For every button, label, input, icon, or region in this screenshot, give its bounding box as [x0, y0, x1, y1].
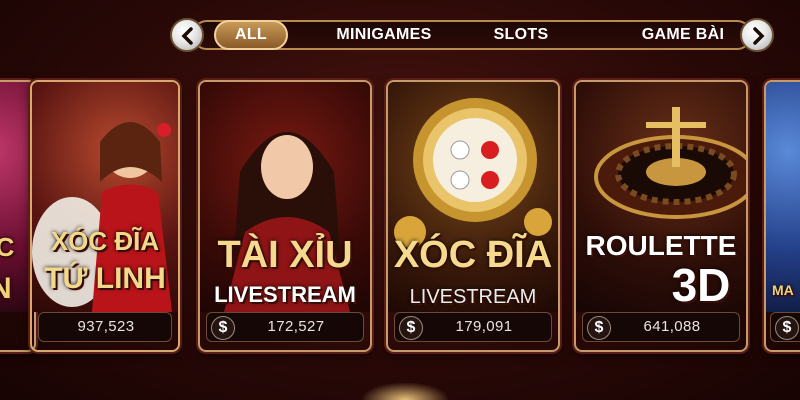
game-title-line2: LIVESTREAM: [214, 282, 356, 307]
game-title-line1: MA: [772, 282, 794, 298]
category-filter-bar: ALL MINIGAMES SLOTS GAME BÀI: [170, 16, 774, 54]
game-title-line2: LIVESTREAM: [409, 286, 537, 308]
player-count-box: 937,523: [38, 312, 172, 342]
game-card-tai-xiu-livestream[interactable]: TÀI XỈU LIVESTREAM $ 172,527: [198, 80, 372, 352]
player-count-box: $ 172,527: [206, 312, 364, 342]
game-title-line1: XÓC ĐĨA: [393, 234, 553, 276]
decorative-glow: [360, 382, 450, 400]
prev-category-button[interactable]: [170, 18, 204, 52]
tab-slots[interactable]: SLOTS: [486, 20, 556, 50]
dollar-coin-icon: $: [211, 316, 235, 340]
player-count: 172,527: [267, 318, 325, 335]
game-card-roulette-3d[interactable]: ROULETTE 3D $ 641,088: [574, 80, 748, 352]
game-title-line2: 3D: [671, 259, 731, 311]
game-title-line1: TÀI XỈU: [217, 234, 353, 276]
player-count: 937,523: [77, 318, 135, 335]
game-title-line2: TỨ LINH: [44, 262, 166, 295]
player-count-box: $: [770, 312, 800, 342]
player-count-box: $ 641,088: [582, 312, 740, 342]
game-card-art: [766, 82, 800, 312]
game-card-xoc-dia-livestream[interactable]: XÓC ĐĨA LIVESTREAM $ 179,091: [386, 80, 560, 352]
tab-game-bai[interactable]: GAME BÀI: [636, 20, 730, 50]
dollar-coin-icon: $: [775, 316, 799, 340]
player-count-box: $ 179,091: [394, 312, 552, 342]
player-count: 641,088: [643, 318, 701, 335]
game-card-art: [200, 82, 370, 312]
tab-all[interactable]: ALL: [214, 20, 288, 50]
host-illustration: [224, 132, 350, 312]
game-card-art: [388, 82, 558, 312]
dollar-coin-icon: $: [399, 316, 423, 340]
xoc-dia-plate-illustration: [394, 98, 552, 248]
dollar-coin-icon: $: [587, 316, 611, 340]
player-count: 179,091: [455, 318, 513, 335]
next-category-button[interactable]: [740, 18, 774, 52]
game-card-xoc-dia-tu-linh[interactable]: XÓC ĐĨA TỨ LINH 937,523: [30, 80, 180, 352]
game-card-partial-right[interactable]: MA $: [764, 80, 800, 352]
tab-minigames[interactable]: MINIGAMES: [326, 20, 442, 50]
game-title-line1: XÓC ĐĨA: [50, 226, 160, 256]
chevron-right-icon: [753, 27, 765, 45]
chevron-left-icon: [181, 27, 193, 45]
